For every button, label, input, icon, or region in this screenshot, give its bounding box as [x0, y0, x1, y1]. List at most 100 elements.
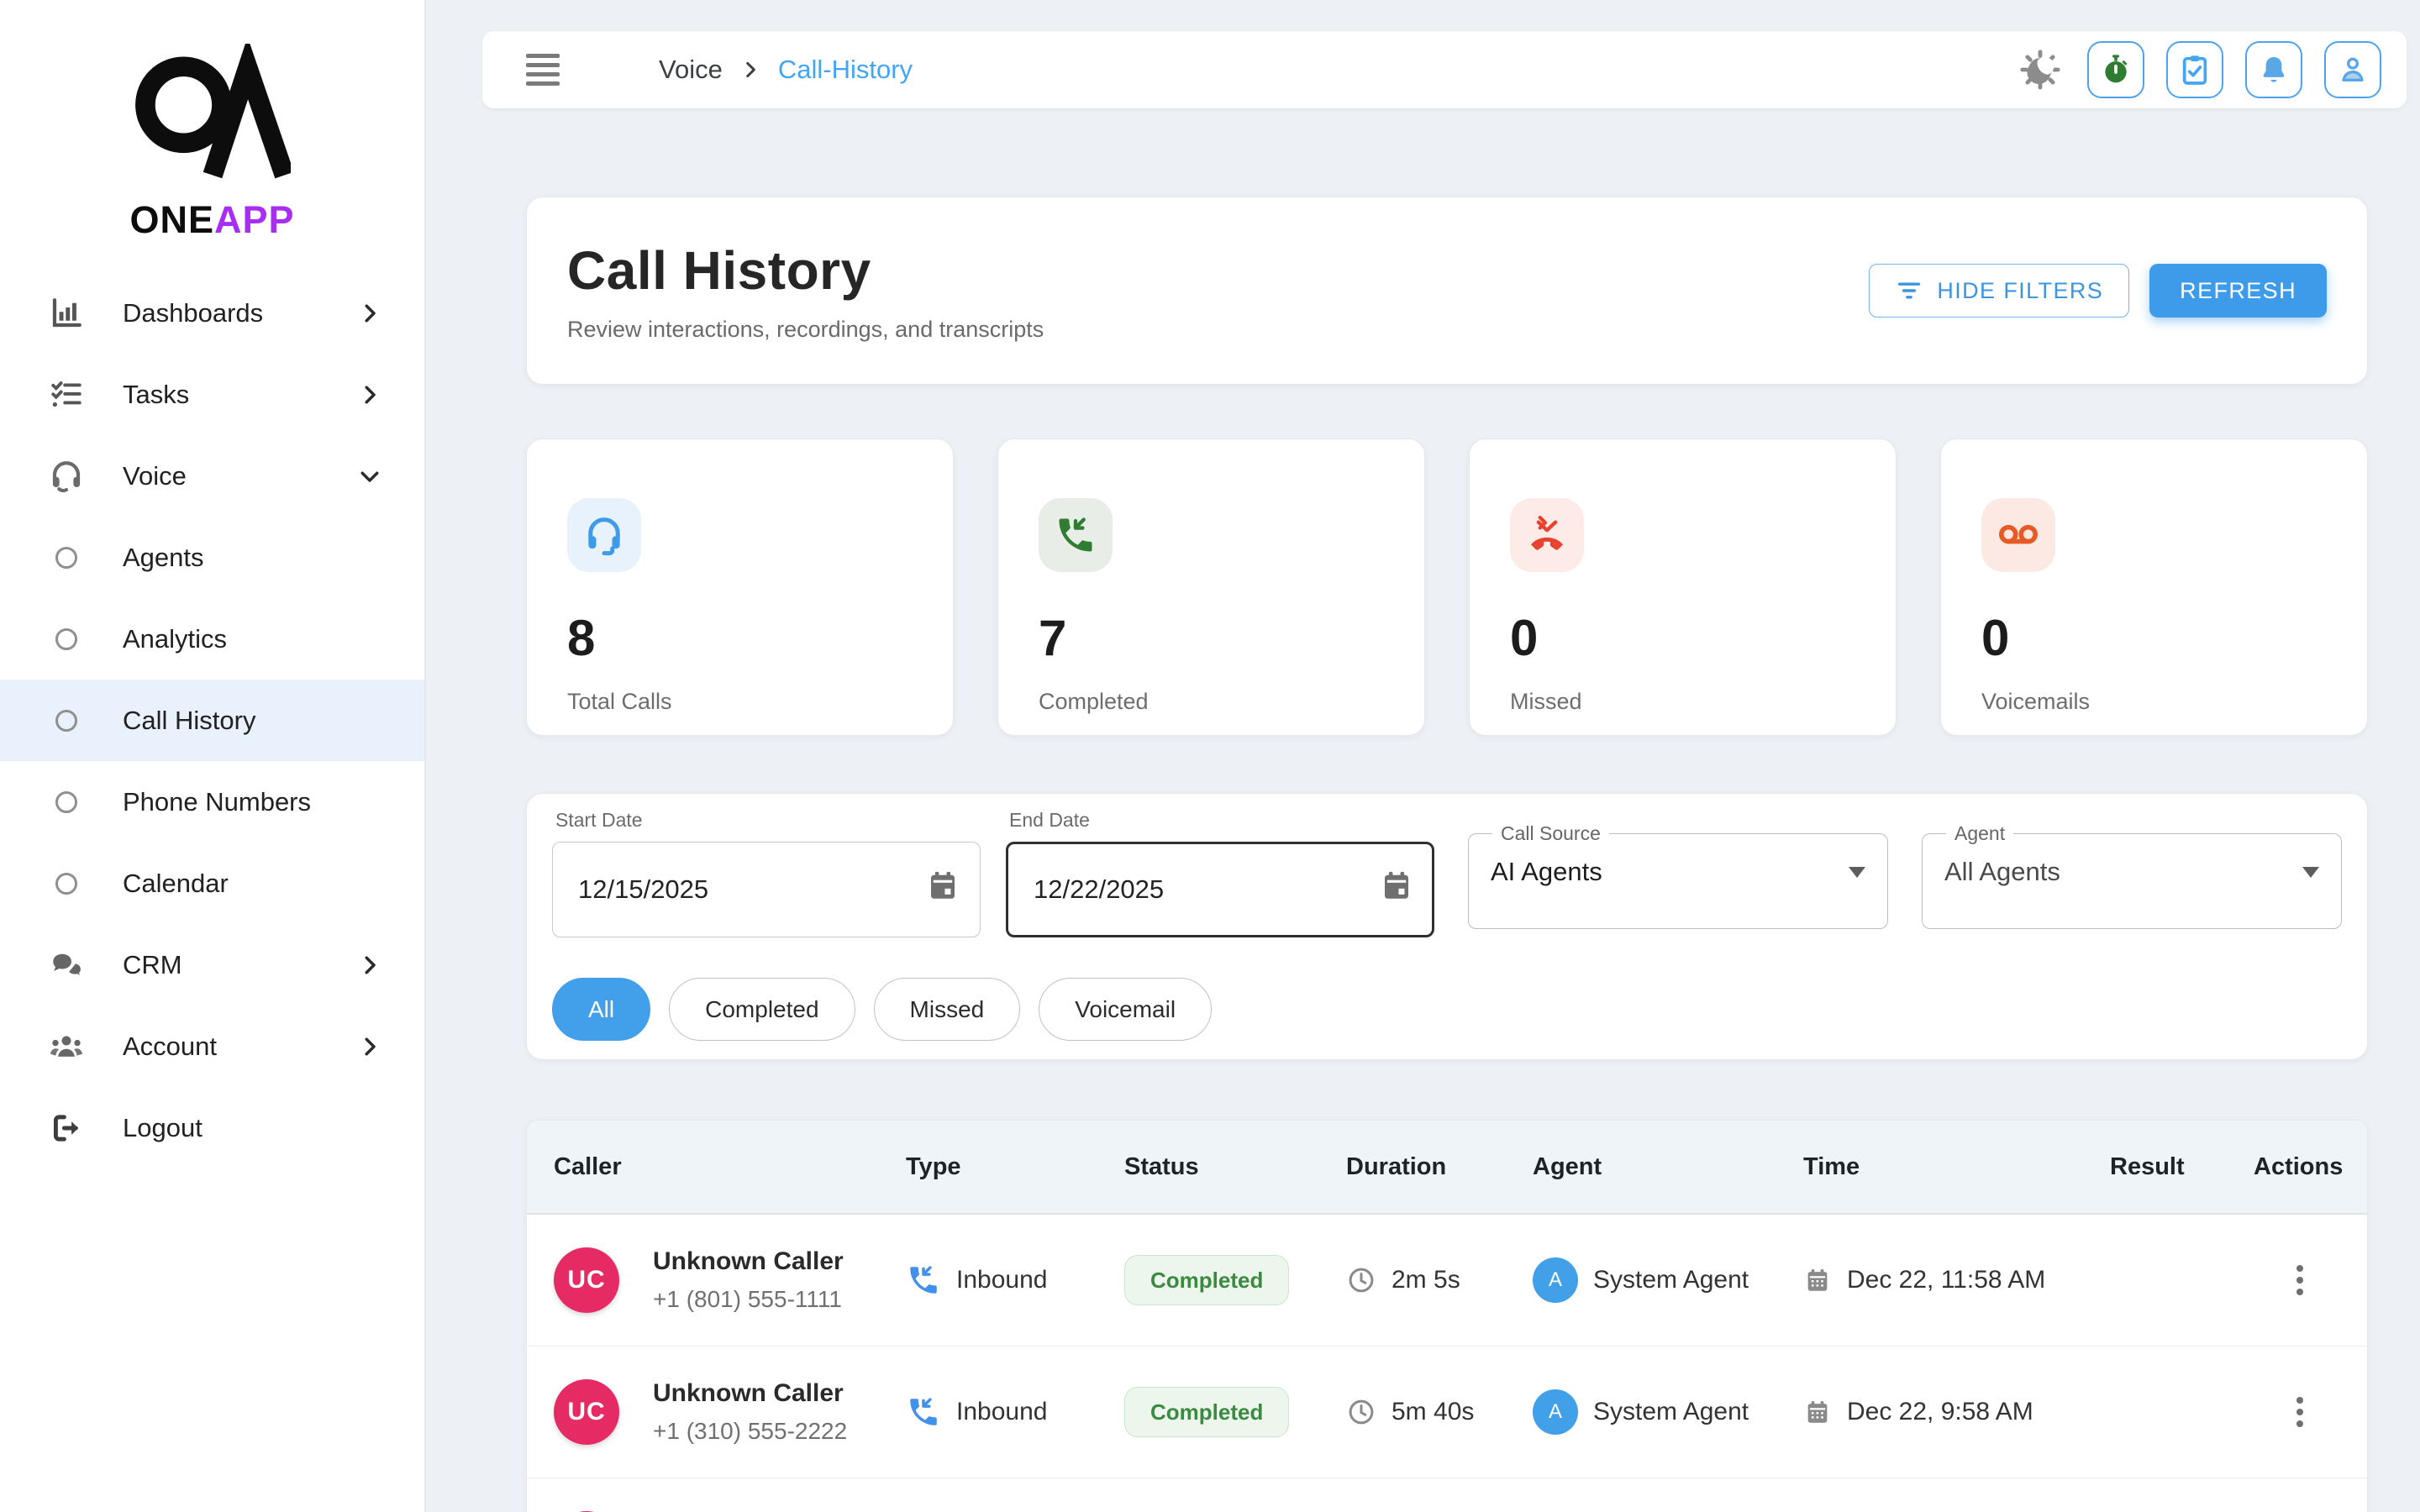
call-source-value: AI Agents — [1491, 857, 1602, 887]
caller-cell: UC Unknown Caller +1 (310) 555-2222 — [554, 1379, 906, 1445]
stopwatch-button[interactable] — [2087, 41, 2144, 98]
stat-label: Voicemails — [1981, 689, 2327, 715]
filters-card: Start Date End Date Call Source AI Agent… — [526, 793, 2368, 1060]
table-row[interactable]: UC Unknown Caller Outbound Completed 1m … — [527, 1478, 2367, 1512]
sidebar-item-account[interactable]: Account — [0, 1005, 424, 1087]
page-subtitle: Review interactions, recordings, and tra… — [567, 317, 1044, 343]
breadcrumb-current[interactable]: Call-History — [778, 55, 913, 85]
topbar: Voice Call-History — [482, 31, 2407, 108]
agent-select[interactable]: Agent All Agents — [1922, 822, 2342, 929]
sidebar-item-label: Logout — [123, 1113, 424, 1143]
row-actions-button[interactable] — [2290, 1390, 2310, 1434]
checklist-icon — [47, 377, 86, 412]
chip-completed[interactable]: Completed — [669, 978, 855, 1041]
sidebar-item-label: Calendar — [123, 869, 424, 899]
row-actions-button[interactable] — [2290, 1258, 2310, 1302]
agent-initial: A — [1549, 1400, 1562, 1424]
sidebar-item-logout[interactable]: Logout — [0, 1087, 424, 1168]
stat-card-completed: 7 Completed — [997, 438, 1425, 736]
breadcrumb-parent[interactable]: Voice — [659, 55, 723, 85]
agent-name: System Agent — [1593, 1398, 1749, 1426]
page-header-actions: HIDE FILTERS REFRESH — [1869, 264, 2327, 318]
table-row[interactable]: UC Unknown Caller +1 (310) 555-2222 Inbo… — [527, 1347, 2367, 1478]
chevron-right-icon — [739, 59, 761, 81]
chip-label: Voicemail — [1075, 996, 1176, 1023]
start-date-label: Start Date — [555, 809, 981, 832]
chip-missed[interactable]: Missed — [874, 978, 1021, 1041]
status-filter-chips: All Completed Missed Voicemail — [552, 978, 1212, 1041]
status-badge: Completed — [1124, 1387, 1289, 1437]
hide-filters-button[interactable]: HIDE FILTERS — [1869, 264, 2129, 318]
actions-cell — [2254, 1258, 2333, 1302]
status-badge: Completed — [1124, 1255, 1289, 1305]
breadcrumb: Voice Call-History — [659, 55, 913, 85]
type-label: Inbound — [956, 1398, 1047, 1426]
person-button[interactable] — [2324, 41, 2381, 98]
radio-circle-icon — [47, 710, 86, 732]
stat-value: 7 — [1039, 609, 1384, 667]
sidebar-item-label: Dashboards — [123, 298, 357, 328]
brand-one: ONE — [129, 198, 214, 241]
sidebar-item-crm[interactable]: CRM — [0, 924, 424, 1005]
calendar-icon — [1803, 1398, 1832, 1426]
brand-logo-text: ONEAPP — [120, 198, 305, 242]
column-header-duration: Duration — [1346, 1153, 1533, 1181]
hamburger-menu-icon[interactable] — [526, 54, 560, 86]
start-date-input[interactable] — [552, 842, 981, 937]
sidebar-item-dashboards[interactable]: Dashboards — [0, 272, 424, 354]
brand-logo: ONEAPP — [120, 44, 305, 242]
calendar-icon — [1803, 1266, 1832, 1294]
call-source-label: Call Source — [1492, 822, 1609, 845]
chevron-down-icon — [357, 464, 382, 489]
sidebar-item-label: Analytics — [123, 624, 424, 654]
sidebar-item-tasks[interactable]: Tasks — [0, 354, 424, 435]
column-header-agent: Agent — [1533, 1153, 1803, 1181]
sidebar-item-agents[interactable]: Agents — [0, 517, 424, 598]
clock-icon — [1346, 1397, 1376, 1427]
chevron-right-icon — [357, 301, 382, 326]
sidebar-item-calendar[interactable]: Calendar — [0, 843, 424, 924]
topbar-actions — [2018, 41, 2381, 98]
stat-card-total-calls: 8 Total Calls — [526, 438, 954, 736]
stat-label: Missed — [1510, 689, 1855, 715]
calendar-icon[interactable] — [1379, 868, 1414, 907]
sidebar-nav: Dashboards Tasks Voice — [0, 272, 424, 1168]
sidebar-item-label: Phone Numbers — [123, 787, 424, 817]
sidebar-item-label: Account — [123, 1032, 357, 1062]
refresh-label: REFRESH — [2180, 278, 2296, 304]
dropdown-caret-icon — [2302, 867, 2319, 878]
main-area: Voice Call-History — [426, 0, 2420, 1512]
table-row[interactable]: UC Unknown Caller +1 (801) 555-1111 Inbo… — [527, 1215, 2367, 1347]
chip-voicemail[interactable]: Voicemail — [1039, 978, 1212, 1041]
chip-label: Missed — [910, 996, 985, 1023]
agent-cell: A System Agent — [1533, 1389, 1803, 1435]
time-cell: Dec 22, 9:58 AM — [1803, 1398, 2110, 1426]
column-header-type: Type — [906, 1153, 1124, 1181]
agent-value: All Agents — [1944, 857, 2060, 887]
sidebar-item-label: Tasks — [123, 380, 357, 410]
column-header-status: Status — [1124, 1153, 1346, 1181]
stat-card-missed: 0 Missed — [1469, 438, 1897, 736]
end-date-input[interactable] — [1006, 842, 1434, 937]
chip-all[interactable]: All — [552, 978, 650, 1041]
bell-button[interactable] — [2245, 41, 2302, 98]
calendar-icon[interactable] — [925, 868, 960, 907]
column-header-time: Time — [1803, 1153, 2110, 1181]
status-cell: Completed — [1124, 1255, 1346, 1305]
clipboard-check-button[interactable] — [2166, 41, 2223, 98]
call-history-table: Caller Type Status Duration Agent Time R… — [526, 1120, 2368, 1512]
agent-cell: A System Agent — [1533, 1257, 1803, 1303]
headset-icon — [567, 498, 641, 572]
phone-inbound-icon — [906, 1263, 941, 1298]
chat-icon — [47, 948, 86, 983]
agent-avatar: A — [1533, 1389, 1578, 1435]
sidebar-item-phone-numbers[interactable]: Phone Numbers — [0, 761, 424, 843]
sidebar-item-analytics[interactable]: Analytics — [0, 598, 424, 680]
sidebar-item-voice[interactable]: Voice — [0, 435, 424, 517]
sidebar-item-call-history[interactable]: Call History — [0, 680, 424, 761]
call-source-select[interactable]: Call Source AI Agents — [1468, 822, 1888, 929]
caller-initials: UC — [567, 1398, 605, 1426]
stat-value: 0 — [1981, 609, 2327, 667]
theme-toggle-icon[interactable] — [2018, 48, 2062, 92]
refresh-button[interactable]: REFRESH — [2149, 264, 2327, 318]
